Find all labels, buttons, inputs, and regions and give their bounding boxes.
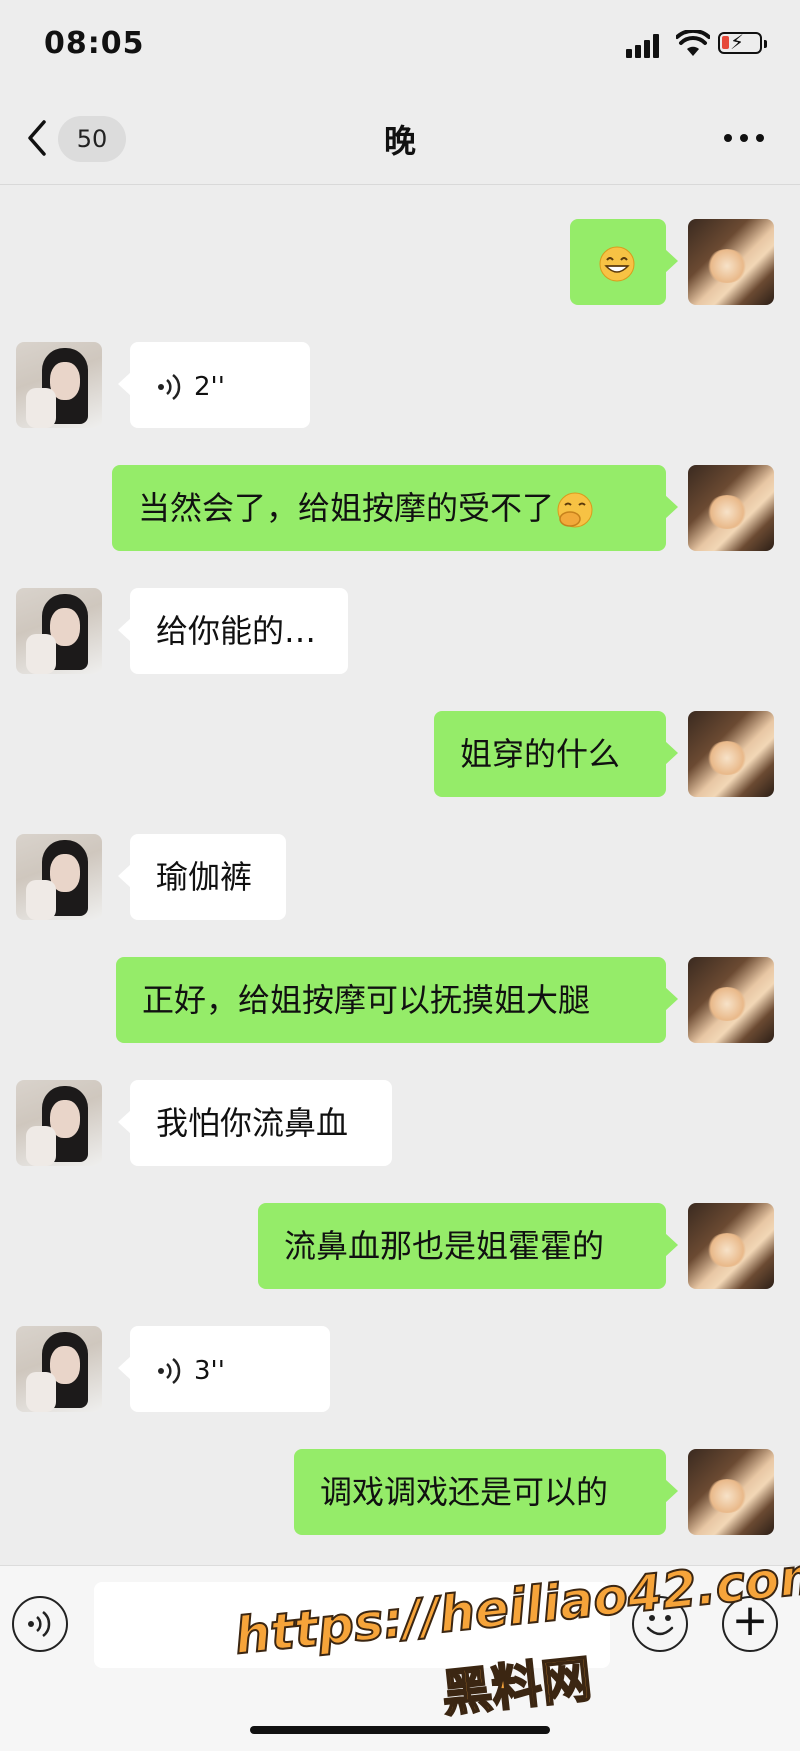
message-text: 我怕你流鼻血 [156, 1104, 349, 1142]
contact-avatar[interactable] [16, 1326, 102, 1412]
status-bar: 08:05 ⚡ [0, 0, 800, 92]
status-time: 08:05 [44, 26, 145, 61]
voice-duration: 2'' [194, 372, 225, 402]
text-bubble[interactable]: 正好，给姐按摩可以抚摸姐大腿 [116, 957, 678, 1043]
voice-duration: 3'' [194, 1356, 225, 1386]
my-avatar[interactable] [688, 957, 774, 1043]
battery-charging-icon: ⚡ [718, 31, 767, 54]
voice-message-bubble[interactable]: 2'' [118, 342, 310, 428]
my-avatar[interactable] [688, 1203, 774, 1289]
wifi-icon [676, 30, 710, 56]
voice-input-button[interactable] [12, 1596, 68, 1652]
message-row: 瑜伽裤 [0, 834, 800, 924]
voice-message-bubble[interactable]: 3'' [118, 1326, 330, 1412]
my-avatar[interactable] [688, 711, 774, 797]
text-bubble[interactable]: 当然会了，给姐按摩的受不了 [112, 465, 678, 551]
message-row: 给你能的… [0, 588, 800, 678]
contact-avatar[interactable] [16, 342, 102, 428]
message-text: 调戏调戏还是可以的 [320, 1473, 609, 1511]
message-text: 瑜伽裤 [156, 858, 253, 896]
message-row: 流鼻血那也是姐霍霍的 [0, 1203, 800, 1293]
chat-header: 50 晚 [0, 92, 800, 185]
message-text: 正好，给姐按摩可以抚摸姐大腿 [142, 981, 591, 1019]
message-text: 流鼻血那也是姐霍霍的 [284, 1227, 605, 1265]
message-row: 2'' [0, 342, 800, 432]
message-text: 姐穿的什么 [460, 735, 621, 773]
text-bubble[interactable]: 给你能的… [118, 588, 348, 674]
text-bubble[interactable]: 调戏调戏还是可以的 [294, 1449, 678, 1535]
voice-wave-icon [158, 374, 181, 400]
message-row: 我怕你流鼻血 [0, 1080, 800, 1170]
grinning-face-emoji-icon [599, 246, 635, 282]
voice-wave-icon [158, 1358, 181, 1384]
message-row: 当然会了，给姐按摩的受不了 [0, 465, 800, 555]
contact-avatar[interactable] [16, 834, 102, 920]
message-text: 给你能的… [156, 612, 317, 650]
watermark-site-name: 黑料网 [438, 1649, 595, 1724]
my-avatar[interactable] [688, 219, 774, 305]
message-row: 姐穿的什么 [0, 711, 800, 801]
message-list[interactable]: 2'' 当然会了，给姐按摩的受不了 给你能的… 姐穿的什么 瑜伽裤 正好，给姐按… [0, 185, 800, 1565]
my-avatar[interactable] [688, 465, 774, 551]
contact-avatar[interactable] [16, 1080, 102, 1166]
voice-wave-icon [28, 1611, 51, 1637]
contact-avatar[interactable] [16, 588, 102, 674]
more-options-icon[interactable] [722, 126, 766, 150]
text-bubble[interactable]: 流鼻血那也是姐霍霍的 [258, 1203, 678, 1289]
hand-over-mouth-emoji-icon [557, 492, 593, 528]
chat-title: 晚 [383, 122, 416, 160]
text-bubble[interactable]: 姐穿的什么 [434, 711, 678, 797]
message-row: 3'' [0, 1326, 800, 1416]
text-bubble[interactable]: 我怕你流鼻血 [118, 1080, 392, 1166]
cellular-signal-icon [626, 34, 662, 58]
message-row [0, 219, 800, 309]
message-row: 正好，给姐按摩可以抚摸姐大腿 [0, 957, 800, 1047]
emoji-bubble[interactable] [570, 219, 678, 305]
message-text: 当然会了，给姐按摩的受不了 [138, 489, 555, 527]
text-bubble[interactable]: 瑜伽裤 [118, 834, 286, 920]
